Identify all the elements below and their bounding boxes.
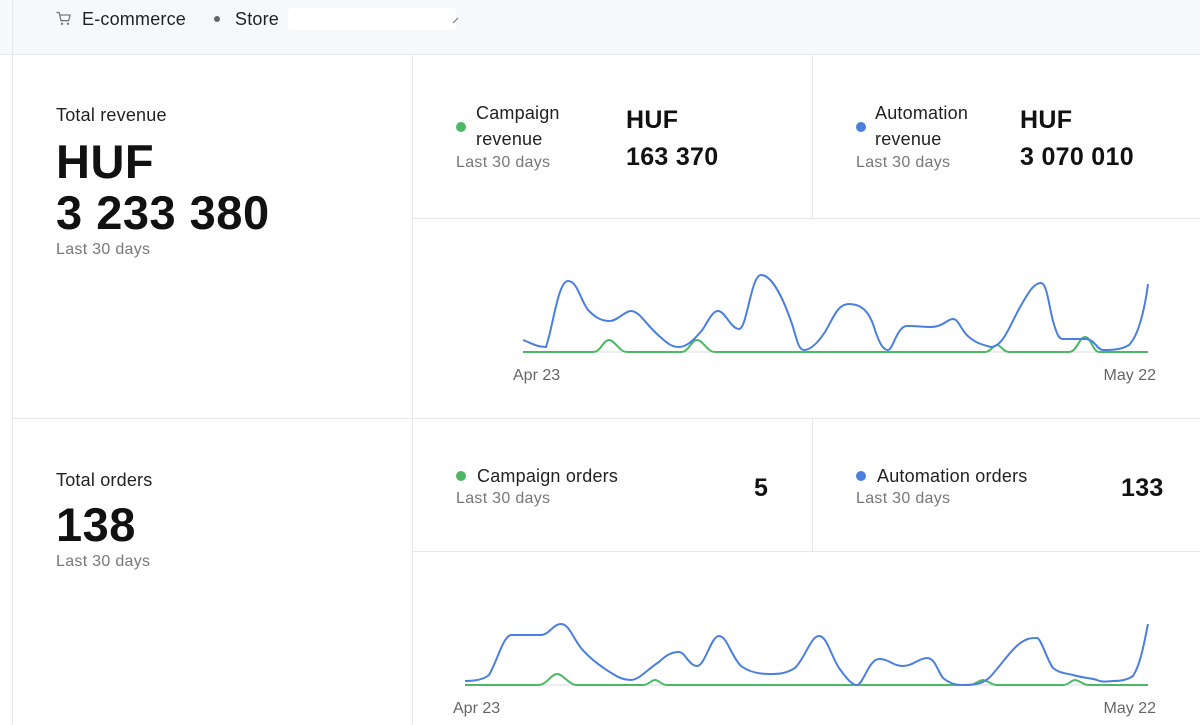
campaign-orders-value: 5	[754, 474, 769, 502]
revenue-campaign-line	[523, 335, 1148, 353]
automation-revenue-value: 3 070 010	[1020, 143, 1134, 171]
orders-metric-divider	[812, 419, 813, 551]
campaign-revenue-currency: HUF	[626, 106, 679, 134]
header-divider	[12, 0, 13, 54]
revenue-trend-chart: Apr 23 May 22	[513, 273, 1157, 384]
automation-orders-value: 133	[1121, 474, 1164, 502]
orders-x-end-label: May 22	[1104, 700, 1157, 717]
automation-revenue-label: Automation revenue	[875, 103, 969, 149]
automation-revenue-currency: HUF	[1020, 106, 1073, 134]
section-divider	[12, 418, 1200, 419]
revenue-metric-divider	[812, 54, 813, 218]
automation-legend-dot	[856, 471, 866, 481]
store-name-redacted	[288, 8, 456, 30]
breadcrumb-ecommerce[interactable]: E-commerce	[82, 9, 186, 30]
revenue-x-start-label: Apr 23	[513, 367, 560, 384]
campaign-revenue-period: Last 30 days	[456, 154, 551, 171]
orders-automation-line	[464, 622, 1149, 687]
campaign-legend-dot	[456, 122, 466, 132]
campaign-revenue-value: 163 370	[626, 143, 719, 171]
total-revenue-value: 3 233 380	[56, 186, 270, 239]
campaign-revenue-label: Campaign revenue	[476, 103, 560, 149]
total-revenue-label: Total revenue	[56, 105, 167, 125]
automation-revenue-period: Last 30 days	[856, 154, 951, 171]
total-orders-period: Last 30 days	[56, 553, 151, 570]
total-orders-label: Total orders	[56, 470, 153, 490]
automation-orders-period: Last 30 days	[856, 490, 951, 507]
campaign-legend-dot	[456, 471, 466, 481]
cart-icon	[56, 11, 72, 31]
campaign-orders-label: Campaign orders	[477, 466, 619, 486]
orders-campaign-line	[465, 672, 1148, 686]
top-bar: E-commerce Store	[0, 0, 1200, 55]
automation-legend-dot	[856, 122, 866, 132]
automation-orders-label: Automation orders	[877, 466, 1028, 486]
revenue-x-end-label: May 22	[1104, 367, 1157, 384]
total-orders-value: 138	[56, 498, 136, 551]
total-revenue-currency: HUF	[56, 135, 155, 188]
revenue-automation-line	[522, 273, 1149, 352]
orders-trend-chart: Apr 23 May 22	[453, 622, 1157, 717]
chevron-down-icon[interactable]	[452, 12, 460, 30]
breadcrumb-store[interactable]: Store	[235, 9, 279, 30]
campaign-orders-period: Last 30 days	[456, 490, 551, 507]
breadcrumb-separator	[214, 16, 220, 22]
page-left-border	[12, 54, 13, 725]
orders-x-start-label: Apr 23	[453, 700, 500, 717]
total-revenue-period: Last 30 days	[56, 241, 151, 258]
